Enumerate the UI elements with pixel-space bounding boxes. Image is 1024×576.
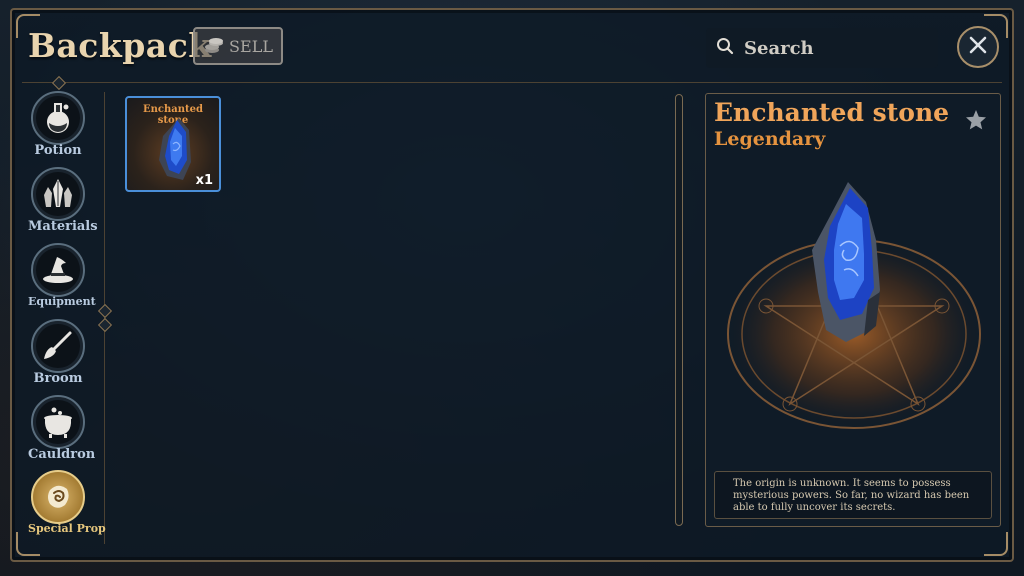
search-box[interactable] — [706, 28, 938, 68]
enchanted-stone-icon — [159, 118, 191, 180]
close-button[interactable] — [957, 26, 999, 68]
crystals-icon — [31, 167, 85, 221]
category-materials[interactable]: Materials — [28, 167, 98, 234]
category-label: Cauldron — [28, 447, 96, 462]
item-detail-panel: Enchanted stone Legendary The origin is … — [705, 93, 1001, 527]
search-icon — [716, 37, 734, 59]
potion-icon — [31, 91, 85, 145]
frame-corner — [16, 532, 40, 556]
category-label: Broom — [33, 371, 83, 386]
category-label: Materials — [28, 219, 98, 234]
cauldron-icon — [31, 395, 85, 449]
search-input[interactable] — [742, 36, 926, 60]
sell-label: SELL — [229, 36, 273, 56]
scrollbar[interactable] — [675, 94, 683, 526]
coins-icon — [203, 37, 225, 55]
special-prop-icon — [31, 470, 85, 524]
header-divider — [22, 82, 1002, 83]
frame-corner — [984, 532, 1008, 556]
category-label: Potion — [34, 143, 82, 158]
category-special-prop[interactable]: Special Prop — [28, 470, 106, 535]
item-description: The origin is unknown. It seems to posse… — [714, 471, 992, 519]
broom-icon — [31, 319, 85, 373]
enchanted-stone-illustration — [812, 182, 880, 342]
inventory-slot[interactable]: Enchanted stone x1 — [125, 96, 221, 192]
sell-button[interactable]: SELL — [193, 27, 283, 65]
category-cauldron[interactable]: Cauldron — [28, 395, 96, 462]
category-label: Special Prop — [28, 522, 106, 535]
close-icon — [968, 35, 988, 59]
detail-rarity: Legendary — [714, 128, 826, 150]
page-title: Backpack — [28, 26, 212, 65]
item-count: x1 — [195, 173, 213, 188]
category-equipment[interactable]: Equipment — [28, 243, 96, 308]
category-broom[interactable]: Broom — [28, 319, 88, 386]
category-potion[interactable]: Potion — [28, 91, 88, 158]
wizard-hat-icon — [31, 243, 85, 297]
detail-item-name: Enchanted stone — [714, 98, 950, 127]
category-label: Equipment — [28, 295, 96, 308]
favorite-star-icon[interactable] — [964, 108, 988, 136]
